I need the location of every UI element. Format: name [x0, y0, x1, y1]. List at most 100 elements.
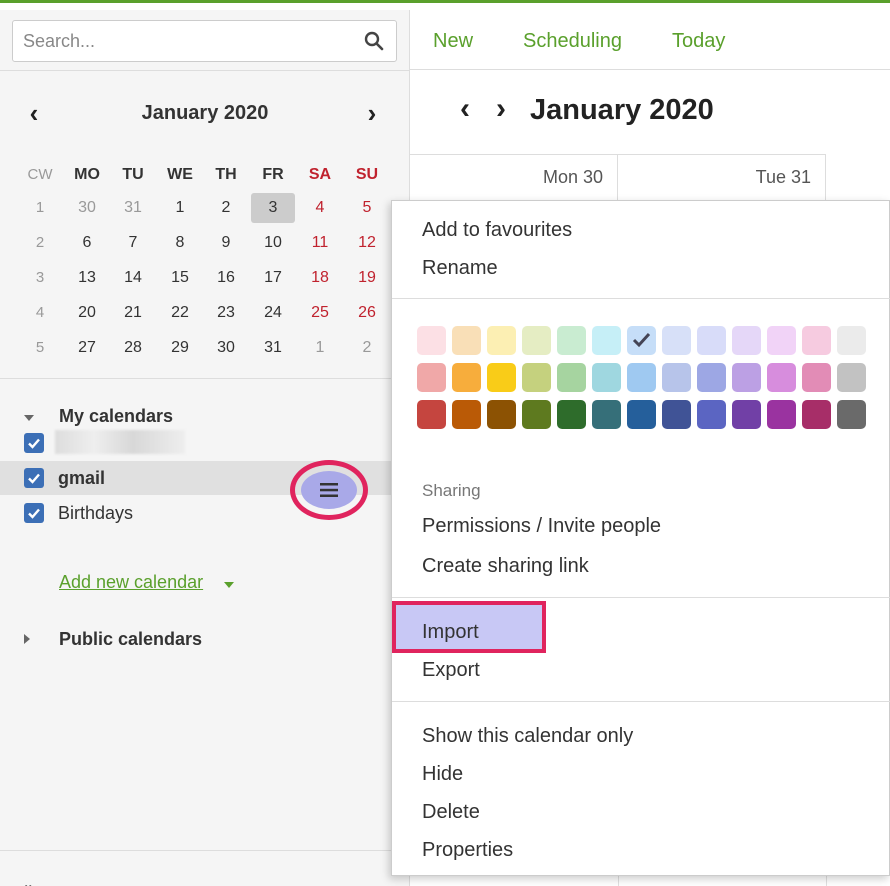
mini-day[interactable]: 1: [158, 193, 202, 223]
mini-day[interactable]: 20: [65, 298, 109, 328]
color-swatch[interactable]: [767, 400, 796, 429]
color-swatch[interactable]: [697, 326, 726, 355]
scheduling-button[interactable]: Scheduling: [523, 30, 622, 53]
color-swatch[interactable]: [487, 326, 516, 355]
mini-day[interactable]: 2: [345, 333, 389, 363]
mini-day[interactable]: 6: [65, 228, 109, 258]
mini-day[interactable]: 23: [204, 298, 248, 328]
color-swatch[interactable]: [522, 363, 551, 392]
color-swatch[interactable]: [627, 363, 656, 392]
color-swatch[interactable]: [767, 363, 796, 392]
calendar-checkbox[interactable]: [24, 433, 44, 453]
color-swatch[interactable]: [837, 363, 866, 392]
menu-export[interactable]: Export: [422, 659, 480, 682]
mini-day-today[interactable]: 3: [251, 193, 295, 223]
new-button[interactable]: New: [433, 30, 473, 53]
color-swatch[interactable]: [802, 400, 831, 429]
color-swatch[interactable]: [802, 326, 831, 355]
color-swatch[interactable]: [522, 400, 551, 429]
menu-add-to-favourites[interactable]: Add to favourites: [422, 219, 572, 242]
color-swatch[interactable]: [452, 363, 481, 392]
mini-day[interactable]: 14: [111, 263, 155, 293]
color-swatch[interactable]: [417, 363, 446, 392]
color-swatch[interactable]: [487, 363, 516, 392]
mini-day[interactable]: 31: [111, 193, 155, 223]
color-swatch[interactable]: [837, 400, 866, 429]
mini-day[interactable]: 9: [204, 228, 248, 258]
color-swatch[interactable]: [662, 326, 691, 355]
mini-day[interactable]: 19: [345, 263, 389, 293]
mini-day[interactable]: 7: [111, 228, 155, 258]
color-swatch[interactable]: [452, 400, 481, 429]
mini-day[interactable]: 25: [298, 298, 342, 328]
mini-day[interactable]: 29: [158, 333, 202, 363]
search-input[interactable]: [13, 21, 353, 61]
color-swatch[interactable]: [592, 363, 621, 392]
dropdown-caret-icon[interactable]: [224, 582, 234, 588]
mini-day[interactable]: 2: [204, 193, 248, 223]
expand-triangle-icon[interactable]: [24, 415, 34, 421]
mini-day[interactable]: 1: [298, 333, 342, 363]
mini-day[interactable]: 21: [111, 298, 155, 328]
mini-day[interactable]: 8: [158, 228, 202, 258]
color-swatch[interactable]: [697, 363, 726, 392]
search-icon[interactable]: [364, 31, 384, 51]
collapse-triangle-icon[interactable]: [24, 634, 30, 644]
my-calendars-title[interactable]: My calendars: [59, 406, 173, 427]
public-calendars-title[interactable]: Public calendars: [59, 629, 202, 650]
color-swatch[interactable]: [697, 400, 726, 429]
color-swatch[interactable]: [662, 363, 691, 392]
color-swatch[interactable]: [417, 400, 446, 429]
color-swatch[interactable]: [837, 326, 866, 355]
color-swatch[interactable]: [732, 400, 761, 429]
mini-day[interactable]: 30: [65, 193, 109, 223]
color-swatch[interactable]: [732, 363, 761, 392]
color-swatch[interactable]: [732, 326, 761, 355]
mini-day[interactable]: 5: [345, 193, 389, 223]
menu-delete[interactable]: Delete: [422, 801, 480, 824]
color-swatch[interactable]: [557, 363, 586, 392]
mini-day[interactable]: 16: [204, 263, 248, 293]
mini-day[interactable]: 17: [251, 263, 295, 293]
color-swatch[interactable]: [487, 400, 516, 429]
color-swatch[interactable]: [417, 326, 446, 355]
mini-day[interactable]: 26: [345, 298, 389, 328]
calendar-item[interactable]: [0, 426, 410, 460]
prev-month-icon[interactable]: ‹: [460, 92, 470, 126]
mini-day[interactable]: 24: [251, 298, 295, 328]
mini-day[interactable]: 12: [345, 228, 389, 258]
color-swatch[interactable]: [662, 400, 691, 429]
today-button[interactable]: Today: [672, 30, 725, 53]
mini-day[interactable]: 4: [298, 193, 342, 223]
color-swatch[interactable]: [802, 363, 831, 392]
mini-day[interactable]: 27: [65, 333, 109, 363]
mini-day[interactable]: 28: [111, 333, 155, 363]
menu-create-sharing-link[interactable]: Create sharing link: [422, 555, 589, 578]
mini-day[interactable]: 22: [158, 298, 202, 328]
menu-permissions[interactable]: Permissions / Invite people: [422, 515, 661, 538]
mini-day[interactable]: 15: [158, 263, 202, 293]
menu-rename[interactable]: Rename: [422, 257, 498, 280]
color-swatch[interactable]: [627, 326, 656, 355]
color-swatch[interactable]: [592, 400, 621, 429]
next-month-icon[interactable]: ›: [496, 92, 506, 126]
menu-import[interactable]: Import: [422, 621, 479, 644]
menu-show-calendar-only[interactable]: Show this calendar only: [422, 725, 633, 748]
color-swatch[interactable]: [452, 326, 481, 355]
mini-next-month-icon[interactable]: ›: [360, 98, 384, 128]
mini-day[interactable]: 13: [65, 263, 109, 293]
color-swatch[interactable]: [557, 400, 586, 429]
add-new-calendar-link[interactable]: Add new calendar: [59, 572, 203, 593]
calendar-checkbox[interactable]: [24, 503, 44, 523]
color-swatch[interactable]: [592, 326, 621, 355]
color-swatch[interactable]: [557, 326, 586, 355]
menu-hide[interactable]: Hide: [422, 763, 463, 786]
mini-day[interactable]: 31: [251, 333, 295, 363]
collapse-sidebar-icon[interactable]: «: [22, 878, 32, 886]
mini-day[interactable]: 11: [298, 228, 342, 258]
color-swatch[interactable]: [627, 400, 656, 429]
calendar-checkbox[interactable]: [24, 468, 44, 488]
mini-day[interactable]: 18: [298, 263, 342, 293]
mini-day[interactable]: 10: [251, 228, 295, 258]
menu-properties[interactable]: Properties: [422, 839, 513, 862]
